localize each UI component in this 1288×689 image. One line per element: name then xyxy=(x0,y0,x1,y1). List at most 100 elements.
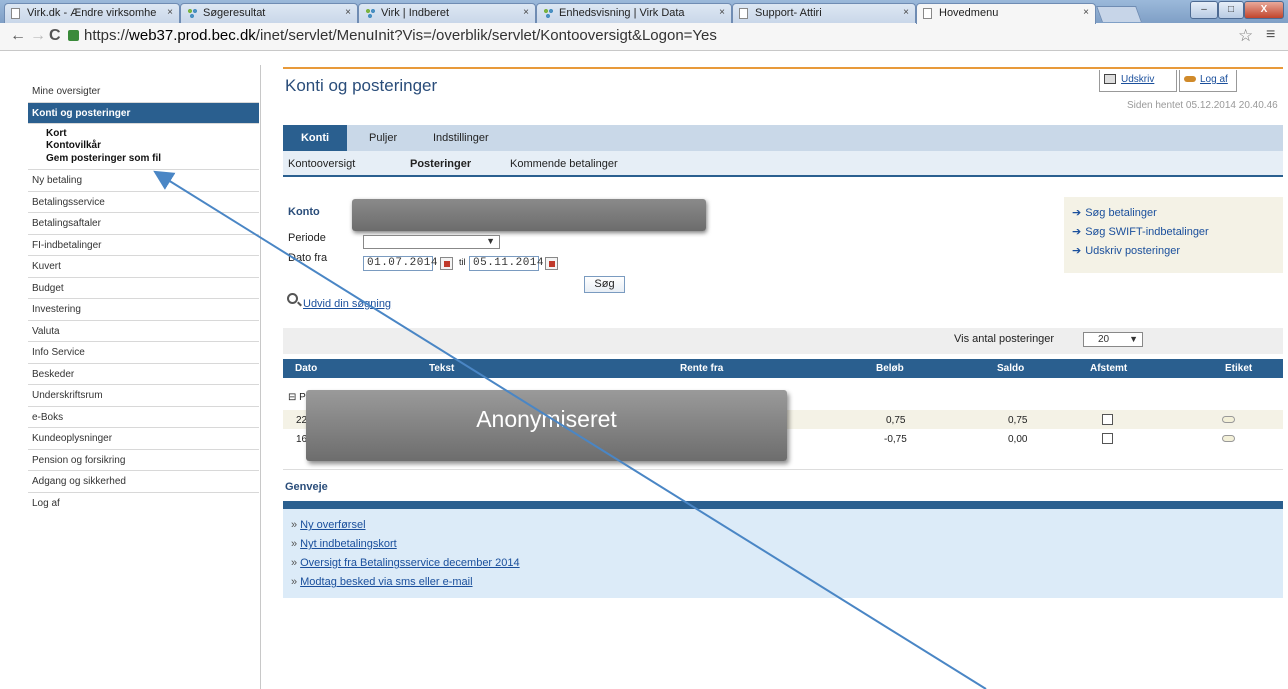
label-tag-icon[interactable] xyxy=(1222,435,1235,442)
sidebar-item-fi-indbetalinger[interactable]: FI-indbetalinger xyxy=(28,235,259,256)
shortcuts-title: Genveje xyxy=(285,481,328,493)
menu-icon[interactable]: ≡ xyxy=(1266,26,1275,44)
sidebar-item-budget[interactable]: Budget xyxy=(28,278,259,299)
calendar-icon[interactable] xyxy=(440,257,453,270)
quick-link-udskriv[interactable]: ➔ Udskriv posteringer xyxy=(1072,244,1180,257)
bookmark-star-icon[interactable]: ☆ xyxy=(1238,26,1253,46)
date-to-input[interactable]: 05.11.2014 xyxy=(469,256,544,271)
url-field[interactable]: https://web37.prod.bec.dk/inet/servlet/M… xyxy=(84,27,717,44)
sidebar-item-adgang[interactable]: Adgang og sikkerhed xyxy=(28,471,259,493)
sidebar-item-kuvert[interactable]: Kuvert xyxy=(28,256,259,278)
expand-search-link[interactable]: Udvid din søgning xyxy=(303,298,391,310)
chevron-right-icon: » xyxy=(291,519,298,531)
sidebar-item-pension[interactable]: Pension og forsikring xyxy=(28,450,259,471)
browser-tab[interactable]: Virk | Indberet × xyxy=(358,3,536,23)
chevron-right-icon: » xyxy=(291,538,298,550)
col-dato[interactable]: Dato xyxy=(295,363,317,374)
sidebar-item-underskriftsrum[interactable]: Underskriftsrum xyxy=(28,385,259,407)
col-saldo[interactable]: Saldo xyxy=(997,363,1024,374)
fetched-timestamp: Siden hentet 05.12.2014 20.40.46 xyxy=(1127,100,1278,111)
shortcut-modtag-besked[interactable]: » Modtag besked via sms eller e-mail xyxy=(291,576,473,588)
sidebar-item-mine-oversigter[interactable]: Mine oversigter xyxy=(28,81,259,103)
sidebar-subitem-gem-posteringer[interactable]: Gem posteringer som fil xyxy=(46,153,259,166)
printer-icon xyxy=(1104,74,1116,85)
col-afstemt[interactable]: Afstemt xyxy=(1090,363,1127,374)
close-icon[interactable]: × xyxy=(1083,7,1089,18)
sidebar-item-betalingsservice[interactable]: Betalingsservice xyxy=(28,192,259,213)
col-etiket[interactable]: Etiket xyxy=(1225,363,1252,374)
browser-tab-active[interactable]: Hovedmenu × xyxy=(916,3,1096,24)
sidebar-item-betalingsaftaler[interactable]: Betalingsaftaler xyxy=(28,213,259,235)
search-button[interactable]: Søg xyxy=(584,276,625,293)
lock-icon xyxy=(68,30,79,41)
close-icon[interactable]: × xyxy=(719,7,725,18)
quick-link-soeg-swift[interactable]: ➔ Søg SWIFT-indbetalinger xyxy=(1072,225,1209,238)
reload-icon[interactable]: C xyxy=(49,27,61,45)
sidebar-item-konti-og-posteringer[interactable]: Konti og posteringer xyxy=(28,102,259,124)
address-bar: ← → C https://web37.prod.bec.dk/inet/ser… xyxy=(0,23,1288,51)
close-window-button[interactable]: X xyxy=(1244,1,1284,19)
shortcuts-bar xyxy=(283,501,1283,509)
close-icon[interactable]: × xyxy=(523,7,529,18)
tab-indstillinger[interactable]: Indstillinger xyxy=(423,125,499,151)
tab-konti[interactable]: Konti xyxy=(283,125,347,151)
reconciled-checkbox[interactable] xyxy=(1102,414,1113,425)
close-icon[interactable]: × xyxy=(903,7,909,18)
back-icon[interactable]: ← xyxy=(10,27,26,45)
subtab-posteringer[interactable]: Posteringer xyxy=(410,151,471,177)
sidebar-subitem-kontovilkaar[interactable]: Kontovilkår xyxy=(46,140,259,153)
logout-button[interactable]: Log af xyxy=(1179,70,1237,92)
print-button[interactable]: Udskriv xyxy=(1099,70,1177,92)
quick-link-soeg-betalinger[interactable]: ➔ Søg betalinger xyxy=(1072,206,1157,219)
browser-tab[interactable]: Enhedsvisning | Virk Data × xyxy=(536,3,732,23)
subtab-kontooversigt[interactable]: Kontooversigt xyxy=(288,151,355,177)
sidebar-item-investering[interactable]: Investering xyxy=(28,299,259,321)
col-tekst[interactable]: Tekst xyxy=(429,363,454,374)
row-amount: 0,75 xyxy=(886,415,906,426)
periode-select[interactable]: ▼ xyxy=(363,235,500,249)
sidebar-item-log-af[interactable]: Log af xyxy=(28,493,259,515)
label-tag-icon[interactable] xyxy=(1222,416,1235,423)
page-icon xyxy=(739,8,748,19)
shortcut-oversigt-betalingsservice[interactable]: » Oversigt fra Betalingsservice december … xyxy=(291,557,520,569)
subtab-kommende-betalinger[interactable]: Kommende betalinger xyxy=(510,151,618,177)
maximize-button[interactable]: □ xyxy=(1218,1,1244,19)
calendar-icon[interactable] xyxy=(545,257,558,270)
reconciled-checkbox[interactable] xyxy=(1102,433,1113,444)
table-header: Dato Tekst Rente fra Beløb Saldo Afstemt… xyxy=(283,359,1283,378)
shortcut-nyt-indbetalingskort[interactable]: » Nyt indbetalingskort xyxy=(291,538,397,550)
sidebar-item-ny-betaling[interactable]: Ny betaling xyxy=(28,170,259,192)
sidebar-subitem-kort[interactable]: Kort xyxy=(46,128,259,141)
virk-dots-icon xyxy=(543,8,554,19)
sidebar-item-kundeoplysninger[interactable]: Kundeoplysninger xyxy=(28,428,259,450)
account-redaction-mask xyxy=(352,199,706,231)
new-tab-button[interactable] xyxy=(1096,6,1142,22)
shortcut-ny-overfoersel[interactable]: » Ny overførsel xyxy=(291,519,366,531)
date-from-input[interactable]: 01.07.2014 xyxy=(363,256,438,271)
show-count-label: Vis antal posteringer xyxy=(954,333,1055,345)
group-toggle[interactable]: ⊟ P xyxy=(288,392,306,403)
browser-tab[interactable]: Virk.dk - Ændre virksomhe × xyxy=(4,3,180,23)
browser-tab[interactable]: Support- Attiri × xyxy=(732,3,916,23)
browser-tab[interactable]: Søgeresultat × xyxy=(180,3,358,23)
arrow-right-icon: ➔ xyxy=(1072,207,1082,219)
tab-puljer[interactable]: Puljer xyxy=(359,125,407,151)
row-amount: -0,75 xyxy=(884,434,907,445)
header-accent-line xyxy=(283,67,1283,69)
show-count-select[interactable]: 20 ▼ xyxy=(1083,332,1143,347)
close-icon[interactable]: × xyxy=(167,7,173,18)
col-rente-fra[interactable]: Rente fra xyxy=(680,363,723,374)
sidebar-divider xyxy=(260,65,261,689)
divider xyxy=(283,469,1283,470)
close-icon[interactable]: × xyxy=(345,7,351,18)
sidebar-item-e-boks[interactable]: e-Boks xyxy=(28,407,259,428)
col-beloeb[interactable]: Beløb xyxy=(876,363,904,374)
sidebar-item-valuta[interactable]: Valuta xyxy=(28,321,259,342)
minimize-button[interactable]: – xyxy=(1190,1,1218,19)
sidebar-item-beskeder[interactable]: Beskeder xyxy=(28,364,259,385)
page-icon xyxy=(11,8,20,19)
sidebar-item-info-service[interactable]: Info Service xyxy=(28,342,259,364)
til-label: til xyxy=(459,257,466,267)
forward-icon[interactable]: → xyxy=(30,27,46,45)
sidebar: Mine oversigter Konti og posteringer Kor… xyxy=(28,81,259,514)
